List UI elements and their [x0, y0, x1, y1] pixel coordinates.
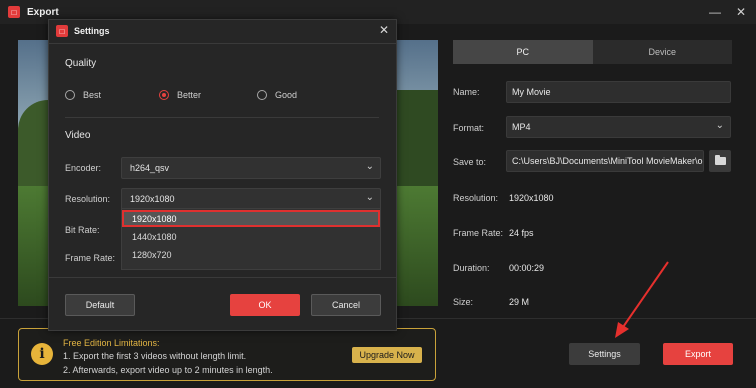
- window-title: Export: [27, 6, 59, 18]
- cancel-button[interactable]: Cancel: [311, 294, 381, 316]
- duration-label: Duration:: [453, 263, 490, 273]
- chevron-down-icon: ⌄: [365, 161, 374, 172]
- video-title: Video: [65, 130, 91, 141]
- resolution-value: 1920x1080: [130, 194, 175, 204]
- chevron-down-icon: ⌄: [715, 120, 724, 131]
- duration-value: 00:00:29: [509, 263, 545, 273]
- format-label: Format:: [453, 123, 485, 133]
- limitations-box: i Free Edition Limitations: 1. Export th…: [18, 328, 436, 381]
- settings-button[interactable]: Settings: [569, 343, 640, 365]
- quality-best-radio[interactable]: Best: [65, 90, 101, 100]
- folder-icon: [714, 155, 726, 165]
- quality-title: Quality: [65, 58, 97, 69]
- size-label: Size:: [453, 297, 474, 307]
- radio-checked-icon: [159, 90, 169, 100]
- minimize-icon[interactable]: —: [706, 4, 724, 20]
- tab-device[interactable]: Device: [593, 40, 733, 64]
- app-logo-icon: □: [8, 6, 20, 18]
- chevron-down-icon: ⌄: [365, 192, 374, 203]
- settings-dialog: □ Settings ✕ Quality Best Better Good Vi…: [48, 19, 397, 331]
- frame-rate-value: 24 fps: [509, 228, 534, 238]
- radio-icon: [257, 90, 267, 100]
- app-logo-icon: □: [56, 25, 68, 37]
- resolution-dropdown-list: 1920x1080 1440x1080 1280x720: [121, 208, 381, 270]
- resolution-value: 1920x1080: [509, 193, 554, 203]
- quality-good-label: Good: [275, 90, 298, 100]
- tab-pc[interactable]: PC: [453, 40, 593, 64]
- encoder-select[interactable]: h264_qsv ⌄: [121, 157, 381, 179]
- info-icon: i: [31, 343, 53, 365]
- radio-icon: [65, 90, 75, 100]
- limitations-title: Free Edition Limitations:: [63, 338, 160, 348]
- ok-button[interactable]: OK: [230, 294, 300, 316]
- dialog-title: Settings: [74, 26, 110, 36]
- limitation-line-1: 1. Export the first 3 videos without len…: [63, 351, 247, 361]
- close-icon[interactable]: ✕: [379, 23, 389, 37]
- frame-rate-label: Frame Rate:: [65, 253, 116, 263]
- export-button[interactable]: Export: [663, 343, 733, 365]
- upgrade-now-button[interactable]: Upgrade Now: [352, 347, 422, 363]
- limitation-line-2: 2. Afterwards, export video up to 2 minu…: [63, 365, 273, 375]
- name-label: Name:: [453, 87, 480, 97]
- resolution-option-1440x1080[interactable]: 1440x1080: [122, 228, 380, 245]
- quality-better-radio[interactable]: Better: [159, 90, 201, 100]
- encoder-value: h264_qsv: [130, 163, 170, 173]
- default-button[interactable]: Default: [65, 294, 135, 316]
- save-to-label: Save to:: [453, 157, 487, 167]
- format-select[interactable]: MP4 ⌄: [506, 116, 731, 138]
- target-tabs: PC Device: [453, 40, 732, 64]
- size-value: 29 M: [509, 297, 530, 307]
- save-path-input[interactable]: C:\Users\BJ\Documents\MiniTool MovieMake…: [506, 150, 704, 172]
- frame-rate-label: Frame Rate:: [453, 228, 504, 238]
- resolution-label: Resolution:: [65, 194, 111, 204]
- bit-rate-label: Bit Rate:: [65, 225, 100, 235]
- encoder-label: Encoder:: [65, 163, 102, 173]
- quality-best-label: Best: [83, 90, 102, 100]
- resolution-option-1280x720[interactable]: 1280x720: [122, 246, 380, 263]
- name-input[interactable]: My Movie: [506, 81, 731, 103]
- resolution-select[interactable]: 1920x1080 ⌄: [121, 188, 381, 210]
- resolution-label: Resolution:: [453, 193, 499, 203]
- browse-folder-button[interactable]: [709, 150, 731, 172]
- dialog-titlebar: □ Settings ✕: [49, 20, 396, 42]
- close-icon[interactable]: ✕: [732, 4, 750, 20]
- quality-good-radio[interactable]: Good: [257, 90, 297, 100]
- format-value: MP4: [512, 122, 531, 132]
- resolution-option-1920x1080[interactable]: 1920x1080: [122, 210, 380, 227]
- quality-better-label: Better: [177, 90, 202, 100]
